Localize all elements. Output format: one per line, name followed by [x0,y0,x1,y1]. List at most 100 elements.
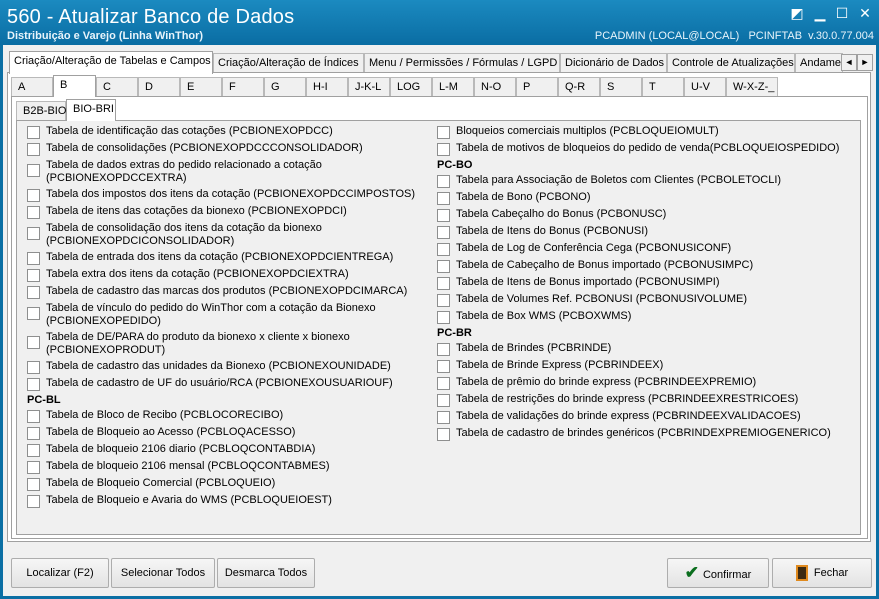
tab-andamento[interactable]: Andame [795,53,843,73]
list-item[interactable]: Tabela de Brinde Express (PCBRINDEEX) [437,359,839,373]
checkbox[interactable] [27,361,40,374]
list-item[interactable]: Tabela dos impostos dos itens da cotação… [27,188,415,202]
checkbox[interactable] [437,294,450,307]
list-item[interactable]: Tabela de bloqueio 2106 mensal (PCBLOQCO… [27,460,415,474]
checkbox[interactable] [437,143,450,156]
checkbox[interactable] [437,311,450,324]
list-item[interactable]: Tabela de motivos de bloqueios do pedido… [437,142,839,156]
list-item[interactable]: Tabela de Cabeçalho de Bonus importado (… [437,259,839,273]
list-item[interactable]: Tabela de bloqueio 2106 diario (PCBLOQCO… [27,443,415,457]
tab-letter-s[interactable]: S [600,77,642,96]
close-icon[interactable]: ✕ [856,4,874,22]
checkbox[interactable] [27,126,40,139]
fechar-button[interactable]: Fechar [772,558,872,588]
list-item[interactable]: Tabela de vínculo do pedido do WinThor c… [27,302,415,328]
restore-icon[interactable]: ☐ [833,4,851,22]
desmarca-todos-button[interactable]: Desmarca Todos [217,558,315,588]
tab-letter-a[interactable]: A [11,77,53,96]
tab-letter-w-x-z[interactable]: W-X-Z-_ [726,77,778,96]
checkbox[interactable] [437,260,450,273]
list-item[interactable]: Tabela de identificação das cotações (PC… [27,125,415,139]
list-item[interactable]: Tabela de Bloqueio Comercial (PCBLOQUEIO… [27,477,415,491]
minimize-icon[interactable]: ▁ [811,4,829,22]
checkbox[interactable] [27,307,40,320]
list-item[interactable]: Tabela de prêmio do brinde express (PCBR… [437,376,839,390]
checkbox[interactable] [27,427,40,440]
checkbox[interactable] [27,461,40,474]
tab-letter-q-r[interactable]: Q-R [558,77,600,96]
list-item[interactable]: Tabela de consolidações (PCBIONEXOPDCCCO… [27,142,415,156]
checkbox[interactable] [27,336,40,349]
list-item[interactable]: Tabela de Bono (PCBONO) [437,191,839,205]
scroll-right-icon[interactable]: ► [857,54,873,71]
checkbox[interactable] [437,428,450,441]
tab-tabelas-campos[interactable]: Criação/Alteração de Tabelas e Campos [9,51,213,74]
list-item[interactable]: Tabela de cadastro das marcas dos produt… [27,285,415,299]
checkbox[interactable] [437,411,450,424]
tab-letter-e[interactable]: E [180,77,222,96]
list-item[interactable]: Tabela de DE/PARA do produto da bionexo … [27,331,415,357]
tab-bio-bri[interactable]: BIO-BRI [66,99,116,121]
list-item[interactable]: Tabela de Itens do Bonus (PCBONUSI) [437,225,839,239]
tab-letter-l-m[interactable]: L-M [432,77,474,96]
tab-indices[interactable]: Criação/Alteração de Índices [213,53,364,73]
tab-letter-n-o[interactable]: N-O [474,77,516,96]
checkbox[interactable] [27,286,40,299]
checkbox[interactable] [437,277,450,290]
list-item[interactable]: Tabela de cadastro das unidades da Bione… [27,360,415,374]
checkbox[interactable] [27,478,40,491]
list-item[interactable]: Tabela de Itens de Bonus importado (PCBO… [437,276,839,290]
tab-letter-p[interactable]: P [516,77,558,96]
checkbox[interactable] [27,252,40,265]
tab-dicionario[interactable]: Dicionário de Dados [560,53,667,73]
list-item[interactable]: Tabela de consolidação dos itens da cota… [27,222,415,248]
checkbox[interactable] [27,410,40,423]
tab-letter-h-i[interactable]: H-I [306,77,348,96]
tab-letter-t[interactable]: T [642,77,684,96]
tab-b2b-bio[interactable]: B2B-BIO [16,101,66,120]
list-item[interactable]: Tabela de Log de Conferência Cega (PCBON… [437,242,839,256]
tab-menu-permissoes[interactable]: Menu / Permissões / Fórmulas / LGPD [364,53,560,73]
tab-letter-d[interactable]: D [138,77,180,96]
checkbox[interactable] [437,209,450,222]
checkbox[interactable] [437,192,450,205]
checkbox[interactable] [437,126,450,139]
list-item[interactable]: Tabela de Bloqueio e Avaria do WMS (PCBL… [27,494,415,508]
checkbox[interactable] [437,394,450,407]
checkbox[interactable] [27,495,40,508]
checkbox[interactable] [27,444,40,457]
checkbox[interactable] [437,343,450,356]
list-item[interactable]: Tabela de Volumes Ref. PCBONUSI (PCBONUS… [437,293,839,307]
tab-letter-u-v[interactable]: U-V [684,77,726,96]
checkbox[interactable] [437,360,450,373]
checkbox[interactable] [27,143,40,156]
pin-icon[interactable]: ◩ [788,4,806,22]
tab-letter-f[interactable]: F [222,77,264,96]
checkbox[interactable] [27,189,40,202]
confirmar-button[interactable]: ✔ Confirmar [667,558,769,588]
list-item[interactable]: Bloqueios comerciais multiplos (PCBLOQUE… [437,125,839,139]
list-item[interactable]: Tabela de Bloqueio ao Acesso (PCBLOQACES… [27,426,415,440]
checkbox[interactable] [437,377,450,390]
tab-controle-atualizacoes[interactable]: Controle de Atualizações [667,53,795,73]
tab-letter-b[interactable]: B [53,75,96,97]
tab-letter-g[interactable]: G [264,77,306,96]
tab-letter-c[interactable]: C [96,77,138,96]
selecionar-todos-button[interactable]: Selecionar Todos [111,558,215,588]
list-item[interactable]: Tabela de validações do brinde express (… [437,410,839,424]
list-item[interactable]: Tabela de cadastro de UF do usuário/RCA … [27,377,415,391]
list-item[interactable]: Tabela de Box WMS (PCBOXWMS) [437,310,839,324]
checkbox[interactable] [437,243,450,256]
list-item[interactable]: Tabela de Brindes (PCBRINDE) [437,342,839,356]
list-item[interactable]: Tabela para Associação de Boletos com Cl… [437,174,839,188]
checkbox[interactable] [437,175,450,188]
checkbox[interactable] [27,164,40,177]
list-item[interactable]: Tabela de Bloco de Recibo (PCBLOCORECIBO… [27,409,415,423]
checkbox[interactable] [437,226,450,239]
checkbox[interactable] [27,378,40,391]
tab-letter-j-k-l[interactable]: J-K-L [348,77,390,96]
checkbox[interactable] [27,227,40,240]
localizar-button[interactable]: Localizar (F2) [11,558,109,588]
list-item[interactable]: Tabela de restrições do brinde express (… [437,393,839,407]
tab-letter-log[interactable]: LOG [390,77,432,96]
